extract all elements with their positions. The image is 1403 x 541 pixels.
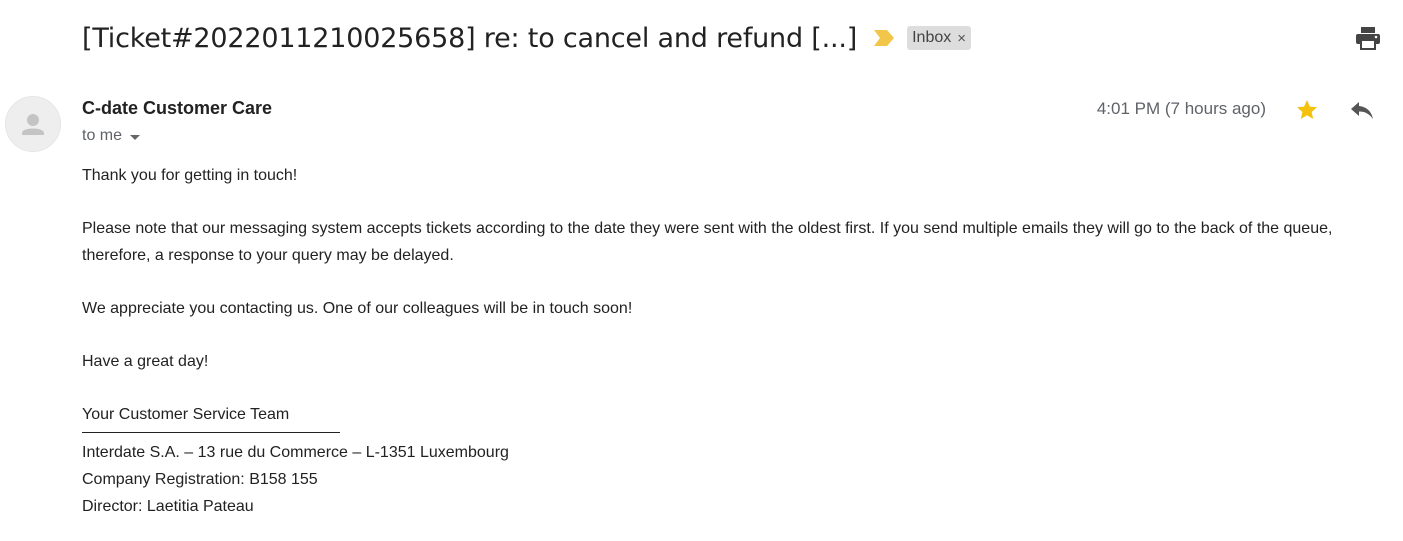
message-body: Thank you for getting in touch! Please n…	[82, 162, 1382, 520]
star-icon[interactable]	[1295, 98, 1319, 122]
recipient-label: to me	[82, 127, 123, 144]
timestamp: 4:01 PM (7 hours ago)	[1096, 99, 1266, 118]
remove-label-button[interactable]: ×	[957, 30, 966, 47]
team-signature: Your Customer Service Team	[82, 406, 290, 423]
company-signature: Interdate S.A. – 13 rue du Commerce – L-…	[82, 439, 1382, 520]
email-subject: [Ticket#2022011210025658] re: to cancel …	[82, 22, 858, 54]
avatar[interactable]	[5, 96, 61, 152]
appreciation-text: We appreciate you contacting us. One of …	[82, 300, 633, 317]
recipient-details-toggle[interactable]: to me	[82, 127, 141, 145]
print-icon[interactable]	[1355, 26, 1381, 50]
label-name: Inbox	[912, 29, 952, 46]
avatar-person-icon	[22, 114, 44, 135]
greeting-text: Thank you for getting in touch!	[82, 167, 298, 184]
subject-row: [Ticket#2022011210025658] re: to cancel …	[82, 18, 972, 58]
company-registration: Company Registration: B158 155	[82, 471, 318, 488]
signature-divider	[82, 432, 340, 433]
company-address: Interdate S.A. – 13 rue du Commerce – L-…	[82, 444, 509, 461]
chevron-down-icon	[130, 134, 141, 140]
reply-icon[interactable]	[1349, 99, 1375, 121]
company-director: Director: Laetitia Pateau	[82, 498, 254, 515]
queue-notice-text: Please note that our messaging system ac…	[82, 220, 1333, 264]
inbox-label-chip: Inbox ×	[907, 26, 972, 50]
sender-name[interactable]: C-date Customer Care	[82, 98, 272, 119]
closing-text: Have a great day!	[82, 353, 209, 370]
importance-marker-icon[interactable]	[873, 29, 895, 47]
email-view: [Ticket#2022011210025658] re: to cancel …	[0, 0, 1403, 541]
